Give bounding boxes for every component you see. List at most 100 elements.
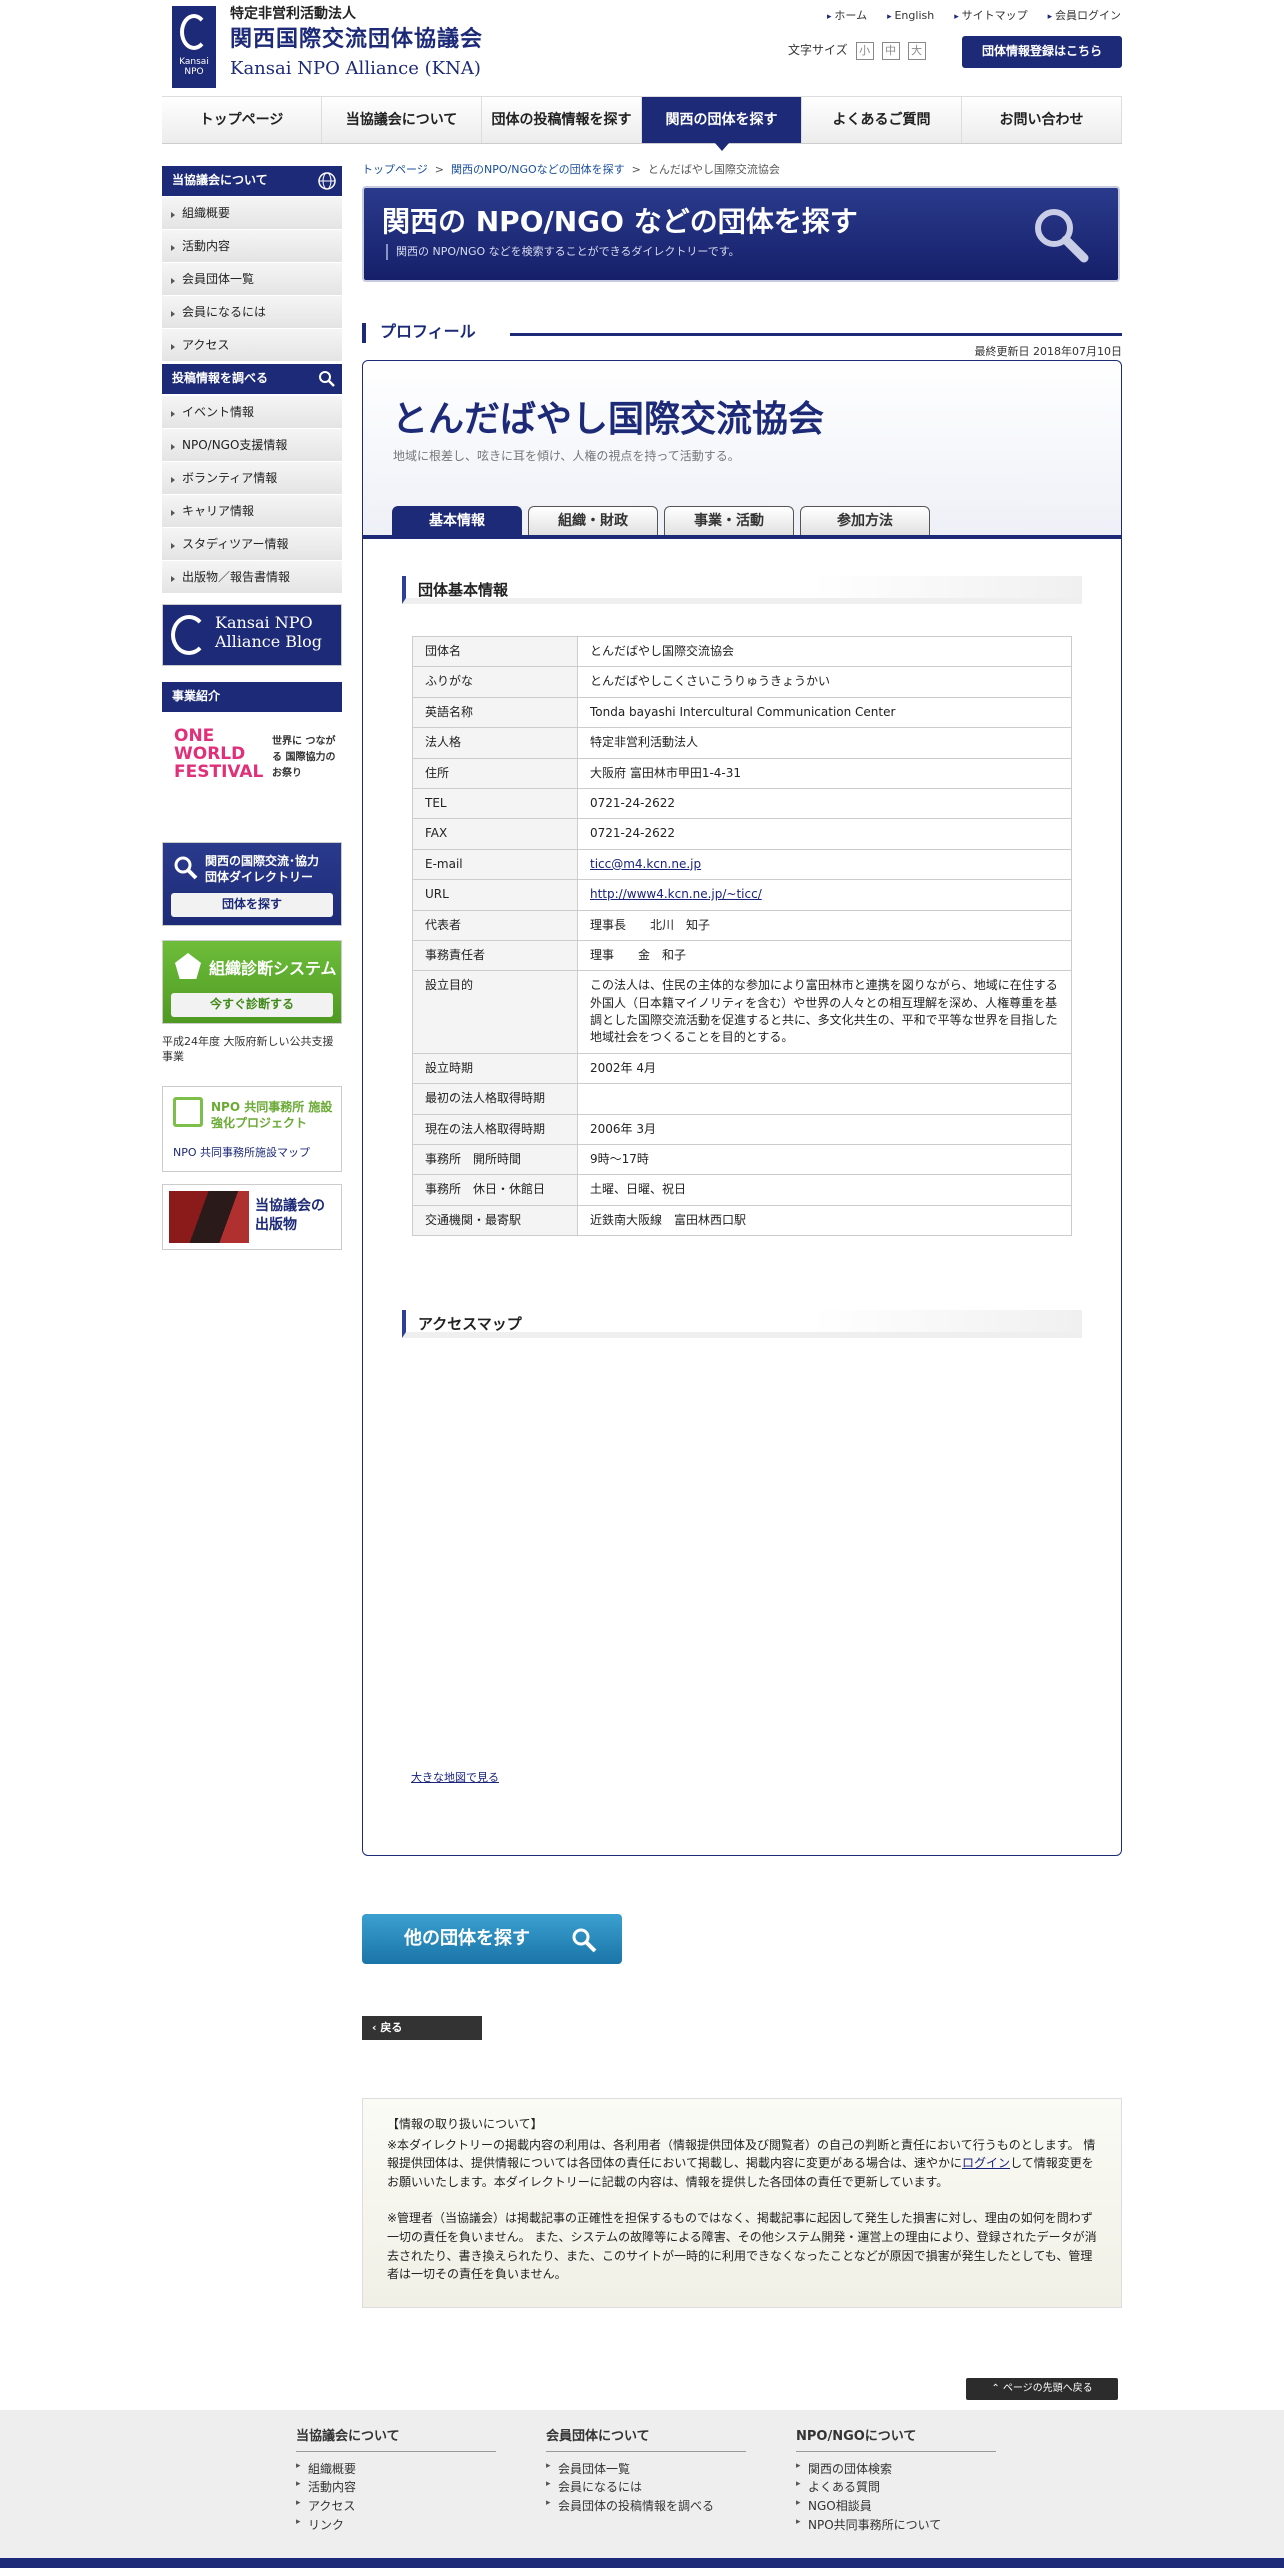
footer-link[interactable]: 組織概要 bbox=[296, 2460, 496, 2479]
info-value: 0721-24-2622 bbox=[577, 787, 1072, 820]
owf-text: 世界に つながる 国際協力の お祭り bbox=[272, 736, 336, 779]
diagnosis-banner[interactable]: 組織診断システム 今すぐ診断する bbox=[162, 940, 342, 1024]
font-size-small[interactable]: 小 bbox=[855, 42, 874, 60]
logo-mark[interactable]: Kansai NPO bbox=[172, 6, 216, 88]
info-value: Tonda bayashi Intercultural Communicatio… bbox=[577, 696, 1072, 729]
top-link-english[interactable]: English bbox=[887, 8, 934, 24]
info-value-link[interactable]: ticc@m4.kcn.ne.jp bbox=[590, 857, 701, 871]
big-map-link[interactable]: 大きな地図で見る bbox=[411, 1770, 499, 1786]
footer-link[interactable]: NGO相談員 bbox=[796, 2497, 996, 2516]
directory-banner[interactable]: 関西の国際交流･協力 団体ダイレクトリー 団体を探す bbox=[162, 842, 342, 926]
blog-banner[interactable]: Kansai NPO Alliance Blog bbox=[162, 604, 342, 666]
font-size-medium[interactable]: 中 bbox=[881, 42, 900, 60]
office-banner[interactable]: NPO 共同事務所 施設強化プロジェクト NPO 共同事務所施設マップ bbox=[162, 1086, 342, 1172]
office-map-link[interactable]: NPO 共同事務所施設マップ bbox=[173, 1145, 310, 1161]
info-label: 団体名 bbox=[412, 635, 578, 668]
diagnosis-start-button[interactable]: 今すぐ診断する bbox=[171, 993, 333, 1017]
tab-activities[interactable]: 事業・活動 bbox=[664, 506, 794, 536]
info-value bbox=[577, 1083, 1072, 1115]
search-icon bbox=[572, 1928, 597, 1953]
footer-col-members: 会員団体について 会員団体一覧 会員になるには 会員団体の投稿情報を調べる bbox=[546, 2428, 746, 2516]
footer-link[interactable]: 活動内容 bbox=[296, 2478, 496, 2497]
top-link-home[interactable]: ホーム bbox=[827, 8, 867, 24]
access-map[interactable] bbox=[402, 1346, 1082, 1768]
info-value: 0721-24-2622 bbox=[577, 818, 1072, 850]
find-other-orgs-button[interactable]: 他の団体を探す bbox=[362, 1914, 622, 1964]
info-row: 事務責任者 理事 金 和子 bbox=[412, 939, 1072, 972]
info-label: TEL bbox=[412, 787, 578, 820]
access-map-heading: アクセスマップ bbox=[402, 1310, 1082, 1338]
logo-title-jp[interactable]: 関西国際交流団体協議会 bbox=[230, 24, 483, 56]
font-size-large[interactable]: 大 bbox=[907, 42, 926, 60]
breadcrumb: トップページ > 関西のNPO/NGOなどの団体を探す > とんだばやし国際交流… bbox=[362, 163, 780, 176]
info-value-link[interactable]: http://www4.kcn.ne.jp/~ticc/ bbox=[590, 887, 762, 901]
footer-link[interactable]: 会員団体一覧 bbox=[546, 2460, 746, 2479]
sidebar-item-members[interactable]: 会員団体一覧 bbox=[162, 263, 342, 296]
footer-link[interactable]: 関西の団体検索 bbox=[796, 2460, 996, 2479]
sidebar-item-join[interactable]: 会員になるには bbox=[162, 296, 342, 329]
info-value: 大阪府 富田林市甲田1-4-31 bbox=[577, 757, 1072, 789]
basic-info-table: 団体名 とんだばやし国際交流協会 ふりがな とんだばやしこくさいこうりゅうきょうかい英… bbox=[412, 635, 1072, 1237]
owf-banner[interactable]: ONE WORLD FESTIVAL 世界に つながる 国際協力の お祭り bbox=[162, 716, 342, 816]
footer-link[interactable]: 会員団体の投稿情報を調べる bbox=[546, 2497, 746, 2516]
sidebar-about-list: 組織概要 活動内容 会員団体一覧 会員になるには アクセス bbox=[162, 197, 342, 362]
back-button[interactable]: ‹ 戻る bbox=[362, 2016, 482, 2040]
footer-link[interactable]: NPO共同事務所について bbox=[796, 2516, 996, 2535]
notice-login-link[interactable]: ログイン bbox=[962, 2156, 1010, 2170]
gnav-top[interactable]: トップページ bbox=[162, 97, 322, 143]
tab-basic[interactable]: 基本情報 bbox=[392, 506, 522, 536]
sidebar-item-career[interactable]: キャリア情報 bbox=[162, 495, 342, 528]
gnav-find-orgs[interactable]: 関西の団体を探す bbox=[642, 97, 802, 151]
info-value: この法人は、住民の主体的な参加により富田林市と連携を図りながら、地域に在住する外… bbox=[577, 970, 1072, 1054]
sidebar-item-overview[interactable]: 組織概要 bbox=[162, 197, 342, 230]
basic-info-table-wrap: 団体名 とんだばやし国際交流協会 ふりがな とんだばやしこくさいこうりゅうきょうかい英… bbox=[412, 635, 1072, 1237]
footer-link[interactable]: アクセス bbox=[296, 2497, 496, 2516]
logo-title-en: Kansai NPO Alliance (KNA) bbox=[230, 58, 481, 79]
footer-col-about: 当協議会について 組織概要 活動内容 アクセス リンク bbox=[296, 2428, 496, 2534]
info-row: 設立時期 2002年 4月 bbox=[412, 1052, 1072, 1085]
info-row: 英語名称 Tonda bayashi Intercultural Communic… bbox=[412, 696, 1072, 729]
sidebar-item-volunteer[interactable]: ボランティア情報 bbox=[162, 462, 342, 495]
sidebar-item-support[interactable]: NPO/NGO支援情報 bbox=[162, 429, 342, 462]
books-icon bbox=[169, 1191, 249, 1243]
gnav-posts[interactable]: 団体の投稿情報を探す bbox=[482, 97, 642, 143]
info-value: 特定非営利活動法人 bbox=[577, 727, 1072, 759]
info-value: 2006年 3月 bbox=[577, 1113, 1072, 1146]
info-label: 交通機関・最寄駅 bbox=[412, 1204, 578, 1237]
globe-icon bbox=[318, 172, 336, 190]
info-row: 事務所 開所時間 9時～17時 bbox=[412, 1144, 1072, 1176]
info-row: ふりがな とんだばやしこくさいこうりゅうきょうかい bbox=[412, 666, 1072, 698]
sidebar-item-publications[interactable]: 出版物／報告書情報 bbox=[162, 561, 342, 594]
publications-banner[interactable]: 当協議会の 出版物 bbox=[162, 1184, 342, 1250]
breadcrumb-find-orgs[interactable]: 関西のNPO/NGOなどの団体を探す bbox=[451, 163, 625, 176]
font-size-label: 文字サイズ bbox=[788, 43, 848, 58]
footer-link[interactable]: リンク bbox=[296, 2516, 496, 2535]
info-row: 設立目的 この法人は、住民の主体的な参加により富田林市と連携を図りながら、地域に在… bbox=[412, 970, 1072, 1054]
sidebar-item-activities[interactable]: 活動内容 bbox=[162, 230, 342, 263]
sidebar-item-studytour[interactable]: スタディツアー情報 bbox=[162, 528, 342, 561]
page-top-button[interactable]: ⌃ ページの先頭へ戻る bbox=[966, 2378, 1118, 2400]
tab-participation[interactable]: 参加方法 bbox=[800, 506, 930, 536]
footer-heading: NPO/NGOについて bbox=[796, 2428, 996, 2452]
gnav-about[interactable]: 当協議会について bbox=[322, 97, 482, 143]
breadcrumb-top[interactable]: トップページ bbox=[362, 163, 428, 176]
sidebar-item-events[interactable]: イベント情報 bbox=[162, 396, 342, 429]
font-size-switcher: 文字サイズ 小 中 大 bbox=[788, 42, 926, 60]
sidebar-item-access[interactable]: アクセス bbox=[162, 329, 342, 362]
gnav-contact[interactable]: お問い合わせ bbox=[962, 97, 1122, 143]
footer-col-npo: NPO/NGOについて 関西の団体検索 よくある質問 NGO相談員 NPO共同事… bbox=[796, 2428, 996, 2534]
top-link-login[interactable]: 会員ログイン bbox=[1048, 8, 1121, 24]
footer-link[interactable]: 会員になるには bbox=[546, 2478, 746, 2497]
info-row: E-mail ticc@m4.kcn.ne.jp bbox=[412, 848, 1072, 881]
gnav-faq[interactable]: よくあるご質問 bbox=[802, 97, 962, 143]
top-link-sitemap[interactable]: サイトマップ bbox=[954, 8, 1028, 24]
register-button[interactable]: 団体情報登録はこちら bbox=[962, 36, 1122, 68]
footer-bar bbox=[0, 2558, 1284, 2568]
info-label: 住所 bbox=[412, 757, 578, 789]
house-icon bbox=[173, 1097, 203, 1127]
info-row: 住所 大阪府 富田林市甲田1-4-31 bbox=[412, 757, 1072, 789]
directory-search-button[interactable]: 団体を探す bbox=[171, 893, 333, 917]
footer-link[interactable]: よくある質問 bbox=[796, 2478, 996, 2497]
tab-finance[interactable]: 組織・財政 bbox=[528, 506, 658, 536]
footer-heading: 当協議会について bbox=[296, 2428, 496, 2452]
